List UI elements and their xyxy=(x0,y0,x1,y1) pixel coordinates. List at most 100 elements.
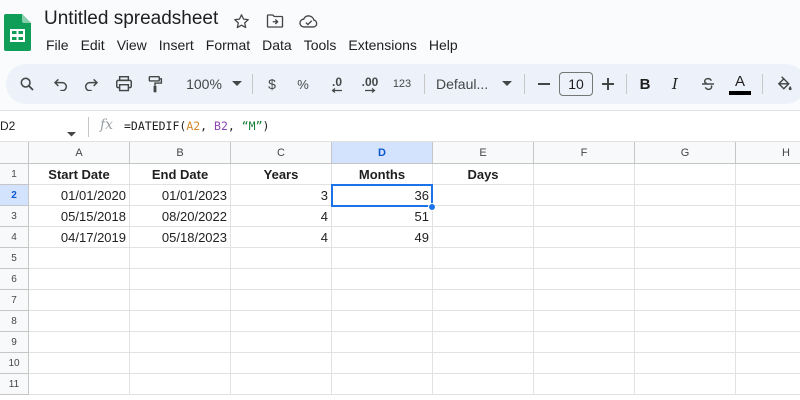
grid-cell-g9[interactable] xyxy=(635,332,736,353)
grid-cell-g10[interactable] xyxy=(635,353,736,374)
grid-cell-f8[interactable] xyxy=(534,311,635,332)
row-header-2[interactable]: 2 xyxy=(0,185,29,206)
grid-cell-h2[interactable] xyxy=(736,185,800,206)
row-header-1[interactable]: 1 xyxy=(0,164,29,185)
name-box-dropdown-icon[interactable] xyxy=(67,124,76,142)
grid-cell-b9[interactable] xyxy=(130,332,231,353)
grid-cell-f10[interactable] xyxy=(534,353,635,374)
grid-cell-f11[interactable] xyxy=(534,374,635,395)
grid-cell-h9[interactable] xyxy=(736,332,800,353)
column-header-d[interactable]: D xyxy=(332,142,433,164)
column-header-f[interactable]: F xyxy=(534,142,635,164)
cell-b1[interactable]: End Date xyxy=(130,164,231,185)
row-header-7[interactable]: 7 xyxy=(0,290,29,311)
decrease-decimal-button[interactable]: .0 xyxy=(324,64,350,104)
grid-cell-e8[interactable] xyxy=(433,311,534,332)
grid-cell-a11[interactable] xyxy=(29,374,130,395)
row-header-6[interactable]: 6 xyxy=(0,269,29,290)
grid-cell-f2[interactable] xyxy=(534,185,635,206)
grid-cell-b10[interactable] xyxy=(130,353,231,374)
grid-cell-f3[interactable] xyxy=(534,206,635,227)
column-header-g[interactable]: G xyxy=(635,142,736,164)
fill-handle[interactable] xyxy=(428,203,436,211)
redo-icon[interactable] xyxy=(78,64,104,104)
grid-cell-e5[interactable] xyxy=(433,248,534,269)
grid-cell-d8[interactable] xyxy=(332,311,433,332)
cell-d3[interactable]: 51 xyxy=(332,206,433,227)
column-header-b[interactable]: B xyxy=(130,142,231,164)
format-percent-button[interactable]: % xyxy=(292,64,314,104)
column-header-a[interactable]: A xyxy=(29,142,130,164)
cell-d1[interactable]: Months xyxy=(332,164,433,185)
grid-cell-g5[interactable] xyxy=(635,248,736,269)
star-icon[interactable] xyxy=(231,10,251,32)
more-formats-button[interactable]: 123 xyxy=(390,64,414,104)
bold-button[interactable]: B xyxy=(634,64,656,104)
grid-cell-b6[interactable] xyxy=(130,269,231,290)
select-all-corner[interactable] xyxy=(0,142,29,164)
grid-cell-f6[interactable] xyxy=(534,269,635,290)
grid-cell-h11[interactable] xyxy=(736,374,800,395)
menu-edit[interactable]: Edit xyxy=(81,37,105,53)
move-to-folder-icon[interactable] xyxy=(265,10,285,32)
row-header-11[interactable]: 11 xyxy=(0,374,29,395)
menu-tools[interactable]: Tools xyxy=(304,37,337,53)
grid-cell-h7[interactable] xyxy=(736,290,800,311)
grid-cell-h3[interactable] xyxy=(736,206,800,227)
cell-c3[interactable]: 4 xyxy=(231,206,332,227)
row-header-10[interactable]: 10 xyxy=(0,353,29,374)
cell-a4[interactable]: 04/17/2019 xyxy=(29,227,130,248)
grid-cell-c8[interactable] xyxy=(231,311,332,332)
name-box[interactable]: D2 xyxy=(0,119,15,133)
grid-cell-d9[interactable] xyxy=(332,332,433,353)
grid-cell-e11[interactable] xyxy=(433,374,534,395)
fill-color-icon[interactable] xyxy=(772,64,796,104)
grid-cell-d11[interactable] xyxy=(332,374,433,395)
grid-cell-h1[interactable] xyxy=(736,164,800,185)
grid-cell-e7[interactable] xyxy=(433,290,534,311)
row-header-4[interactable]: 4 xyxy=(0,227,29,248)
menu-view[interactable]: View xyxy=(117,37,147,53)
row-header-9[interactable]: 9 xyxy=(0,332,29,353)
grid-cell-d6[interactable] xyxy=(332,269,433,290)
menu-help[interactable]: Help xyxy=(429,37,458,53)
grid-cell-e9[interactable] xyxy=(433,332,534,353)
grid-cell-a6[interactable] xyxy=(29,269,130,290)
cell-a3[interactable]: 05/15/2018 xyxy=(29,206,130,227)
cell-b4[interactable]: 05/18/2023 xyxy=(130,227,231,248)
print-icon[interactable] xyxy=(110,64,138,104)
column-header-c[interactable]: C xyxy=(231,142,332,164)
strikethrough-icon[interactable] xyxy=(696,64,720,104)
grid-cell-h5[interactable] xyxy=(736,248,800,269)
menu-insert[interactable]: Insert xyxy=(159,37,194,53)
grid-cell-f5[interactable] xyxy=(534,248,635,269)
grid-cell-g1[interactable] xyxy=(635,164,736,185)
cell-e1[interactable]: Days xyxy=(433,164,534,185)
column-header-e[interactable]: E xyxy=(433,142,534,164)
cell-c4[interactable]: 4 xyxy=(231,227,332,248)
cell-c2[interactable]: 3 xyxy=(231,185,332,206)
grid-cell-c9[interactable] xyxy=(231,332,332,353)
cloud-saved-icon[interactable] xyxy=(299,10,319,32)
grid-cell-g7[interactable] xyxy=(635,290,736,311)
formula-input[interactable]: =DATEDIF(A2, B2, “M”) xyxy=(124,119,269,133)
grid-cell-c11[interactable] xyxy=(231,374,332,395)
cell-a2[interactable]: 01/01/2020 xyxy=(29,185,130,206)
grid-cell-e2[interactable] xyxy=(433,185,534,206)
cell-b2[interactable]: 01/01/2023 xyxy=(130,185,231,206)
increase-decimal-button[interactable]: .00 xyxy=(356,64,384,104)
grid-cell-c6[interactable] xyxy=(231,269,332,290)
grid-cell-d5[interactable] xyxy=(332,248,433,269)
grid-cell-f7[interactable] xyxy=(534,290,635,311)
grid-cell-c10[interactable] xyxy=(231,353,332,374)
cell-c1[interactable]: Years xyxy=(231,164,332,185)
cell-a1[interactable]: Start Date xyxy=(29,164,130,185)
grid-cell-a9[interactable] xyxy=(29,332,130,353)
grid-cell-b11[interactable] xyxy=(130,374,231,395)
menu-extensions[interactable]: Extensions xyxy=(348,37,416,53)
search-menus-icon[interactable] xyxy=(14,64,40,104)
text-color-button[interactable]: A xyxy=(728,64,752,104)
row-header-8[interactable]: 8 xyxy=(0,311,29,332)
grid-cell-h8[interactable] xyxy=(736,311,800,332)
cell-d4[interactable]: 49 xyxy=(332,227,433,248)
